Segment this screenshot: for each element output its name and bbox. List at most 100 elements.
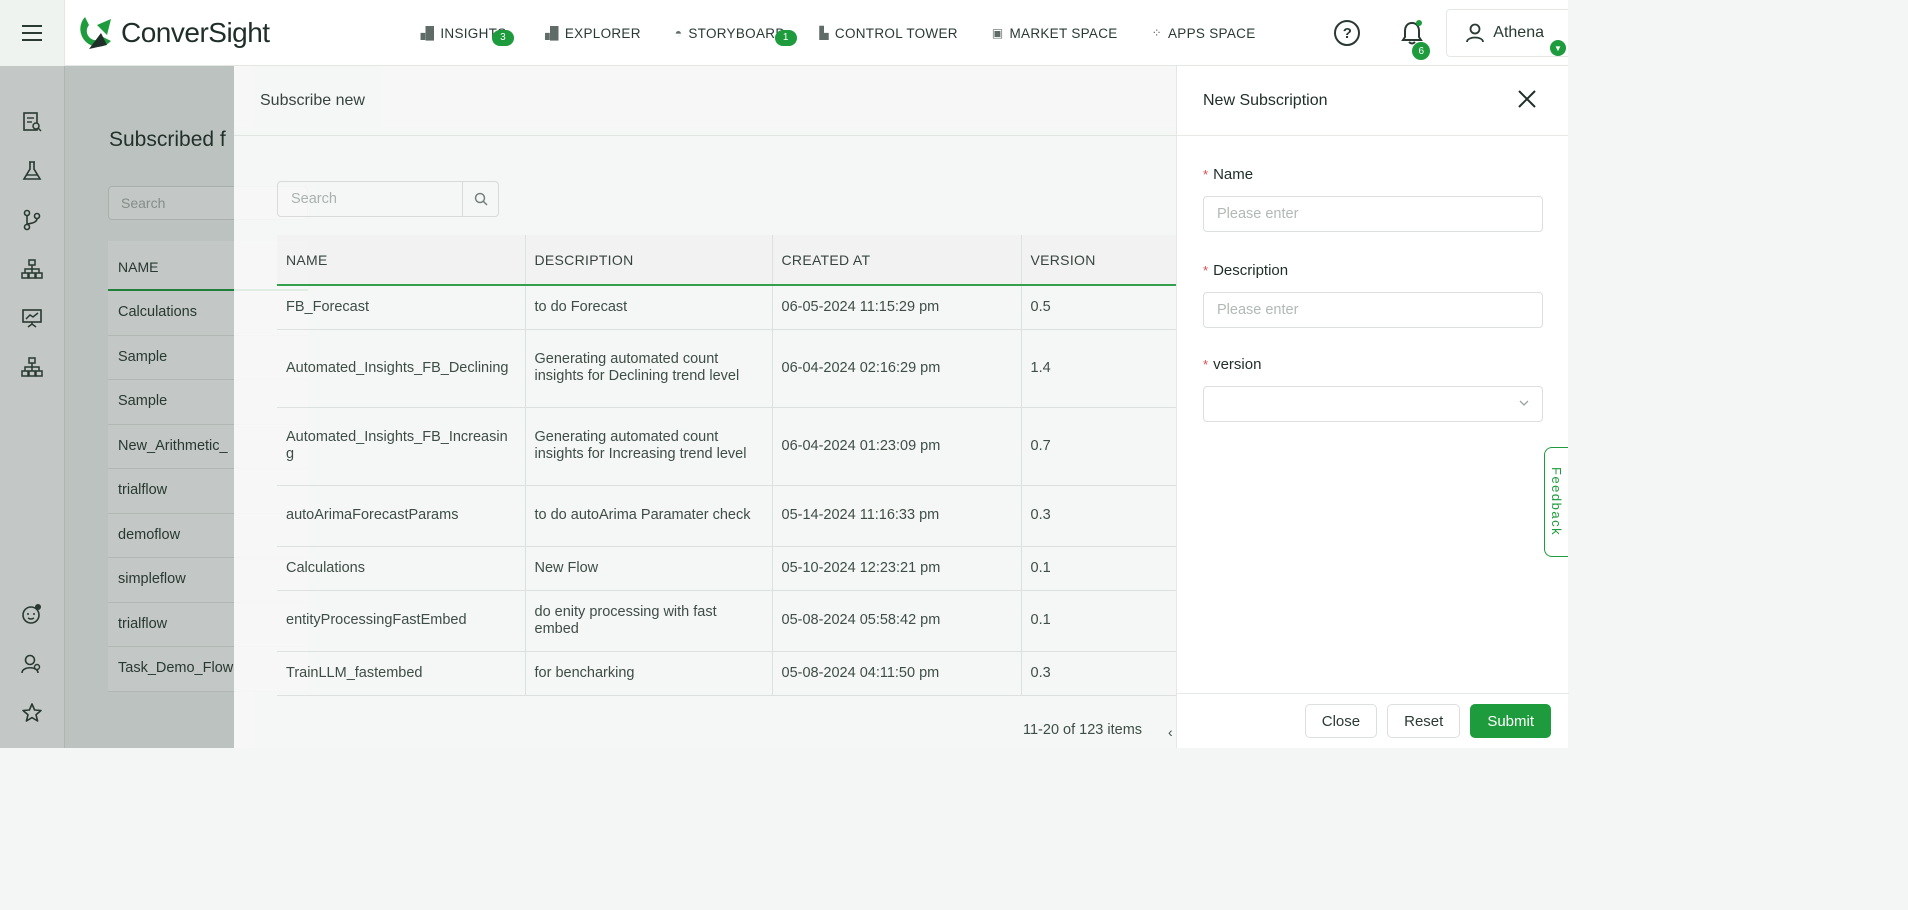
description-label: * Description	[1203, 262, 1288, 279]
flow-search-input[interactable]: Search	[278, 182, 462, 216]
nav-explorer[interactable]: ▗█ EXPLORER	[541, 26, 641, 41]
close-button[interactable]: Close	[1304, 704, 1378, 738]
cell-created-at: 05-08-2024 05:58:42 pm	[772, 590, 1022, 652]
nav-label: EXPLORER	[564, 25, 641, 41]
drawer-footer: Close Reset Submit	[1177, 693, 1569, 748]
table-row[interactable]: autoArimaForecastParams to do autoArima …	[277, 485, 1177, 547]
close-icon[interactable]	[1516, 88, 1538, 110]
cell-version: 0.3	[1021, 485, 1177, 547]
nav-label: CONTROL TOWER	[834, 25, 958, 41]
cell-version: 0.1	[1021, 546, 1177, 591]
logo[interactable]: ConverSight	[77, 0, 270, 66]
new-subscription-drawer: New Subscription * Name Please enter * Des…	[1176, 66, 1569, 748]
cell-name: Automated_Insights_FB_Increasing	[277, 407, 526, 486]
feedback-label: Feedback	[1549, 467, 1564, 537]
cell-name: Calculations	[277, 546, 526, 591]
column-header-name[interactable]: NAME	[277, 235, 526, 286]
apps-grid-icon: ⁘	[1151, 26, 1162, 40]
nav-label: STORYBOARD	[688, 25, 786, 41]
table-header-row: NAME DESCRIPTION CREATED AT VERSION	[277, 235, 1177, 286]
conversight-logo-icon	[80, 16, 111, 49]
table-row[interactable]: Calculations New Flow 05-10-2024 12:23:2…	[277, 546, 1177, 591]
cell-description: to do autoArima Paramater check	[525, 485, 773, 547]
version-label: * version	[1203, 356, 1261, 373]
cell-created-at: 06-05-2024 11:15:29 pm	[772, 285, 1022, 330]
brand-name: ConverSight	[121, 16, 270, 48]
cell-version: 0.7	[1021, 407, 1177, 486]
label-text: Name	[1213, 166, 1254, 183]
label-text: Description	[1213, 262, 1289, 279]
name-label: * Name	[1203, 166, 1253, 183]
caret-down-icon: ▼	[1550, 40, 1566, 56]
notifications-button[interactable]: 6	[1400, 20, 1431, 60]
previous-page-icon[interactable]: ‹	[1168, 724, 1173, 740]
cell-description: for bencharking	[525, 651, 773, 696]
feedback-tab[interactable]: Feedback	[1544, 447, 1568, 557]
storyboard-badge: 1	[774, 29, 797, 46]
submit-button[interactable]: Submit	[1470, 704, 1551, 738]
cell-name: TrainLLM_fastembed	[277, 651, 526, 696]
factory-icon: ▙	[819, 26, 829, 40]
reset-button[interactable]: Reset	[1387, 704, 1461, 738]
flows-table: NAME DESCRIPTION CREATED AT VERSION FB_F…	[277, 235, 1177, 696]
cell-name: FB_Forecast	[277, 285, 526, 330]
cell-version: 0.1	[1021, 590, 1177, 652]
version-select[interactable]	[1203, 386, 1543, 422]
column-header-version[interactable]: VERSION	[1021, 235, 1177, 286]
required-marker: *	[1203, 357, 1209, 372]
table-row[interactable]: TrainLLM_fastembed for bencharking 05-08…	[277, 651, 1177, 696]
table-row[interactable]: entityProcessingFastEmbed do enity proce…	[277, 590, 1177, 652]
cell-created-at: 05-08-2024 04:11:50 pm	[772, 651, 1022, 696]
table-row[interactable]: FB_Forecast to do Forecast 06-05-2024 11…	[277, 285, 1177, 330]
cell-name: Automated_Insights_FB_Declining	[277, 329, 526, 408]
nav-storyboard[interactable]: ◓ STORYBOARD 1	[675, 25, 797, 46]
cell-name: autoArimaForecastParams	[277, 485, 526, 547]
table-row[interactable]: Automated_Insights_FB_Increasing Generat…	[277, 407, 1177, 486]
required-marker: *	[1203, 263, 1209, 278]
notification-count-badge: 6	[1412, 42, 1431, 60]
cell-description: Generating automated count insights for …	[525, 407, 773, 486]
cell-created-at: 06-04-2024 02:16:29 pm	[772, 329, 1022, 408]
bar-chart-icon: ▗█	[416, 26, 435, 40]
column-header-description[interactable]: DESCRIPTION	[525, 235, 773, 286]
cell-created-at: 05-14-2024 11:16:33 pm	[772, 485, 1022, 547]
cell-version: 0.5	[1021, 285, 1177, 330]
cell-name: entityProcessingFastEmbed	[277, 590, 526, 652]
search-button[interactable]	[462, 182, 498, 216]
description-input[interactable]: Please enter	[1203, 292, 1543, 328]
cell-description: Generating automated count insights for …	[525, 329, 773, 408]
required-marker: *	[1203, 167, 1209, 182]
drawer-title: Subscribe new	[234, 66, 1176, 136]
name-input[interactable]: Please enter	[1203, 196, 1543, 232]
pagination-summary: 11-20 of 123 items	[1023, 722, 1143, 738]
user-icon	[1466, 23, 1485, 43]
top-right-actions: ? 6 Athena ▼	[1334, 0, 1568, 66]
top-bar: ConverSight ▗█ INSIGHTS 3 ▗█ EXPLORER ◓ …	[0, 0, 1568, 66]
user-menu[interactable]: Athena ▼	[1446, 9, 1568, 57]
main-nav: ▗█ INSIGHTS 3 ▗█ EXPLORER ◓ STORYBOARD 1…	[416, 0, 1290, 66]
hamburger-menu-button[interactable]	[0, 0, 65, 66]
help-icon[interactable]: ?	[1334, 20, 1361, 46]
subscribe-new-drawer: Subscribe new Search NAME DESCRIPTION CR…	[234, 66, 1177, 748]
cell-created-at: 05-10-2024 12:23:21 pm	[772, 546, 1022, 591]
cell-created-at: 06-04-2024 01:23:09 pm	[772, 407, 1022, 486]
cell-version: 0.3	[1021, 651, 1177, 696]
cell-version: 1.4	[1021, 329, 1177, 408]
nav-apps-space[interactable]: ⁘ APPS SPACE	[1152, 26, 1256, 41]
chevron-down-icon	[1519, 400, 1529, 406]
store-icon: ▣	[991, 26, 1004, 40]
label-text: version	[1213, 356, 1262, 373]
search-icon	[474, 192, 488, 206]
nav-label: MARKET SPACE	[1009, 25, 1118, 41]
nav-control-tower[interactable]: ▙ CONTROL TOWER	[819, 26, 957, 41]
menu-icon	[22, 31, 42, 34]
nav-insights[interactable]: ▗█ INSIGHTS 3	[416, 26, 514, 46]
nav-market-space[interactable]: ▣ MARKET SPACE	[992, 26, 1118, 41]
user-name: Athena	[1493, 24, 1544, 41]
drawer-header: New Subscription	[1177, 66, 1568, 136]
column-header-created-at[interactable]: CREATED AT	[772, 235, 1022, 286]
cell-description: New Flow	[525, 546, 773, 591]
table-row[interactable]: Automated_Insights_FB_Declining Generati…	[277, 329, 1177, 408]
drawer-title: New Subscription	[1203, 91, 1328, 109]
insights-badge: 3	[492, 29, 514, 46]
